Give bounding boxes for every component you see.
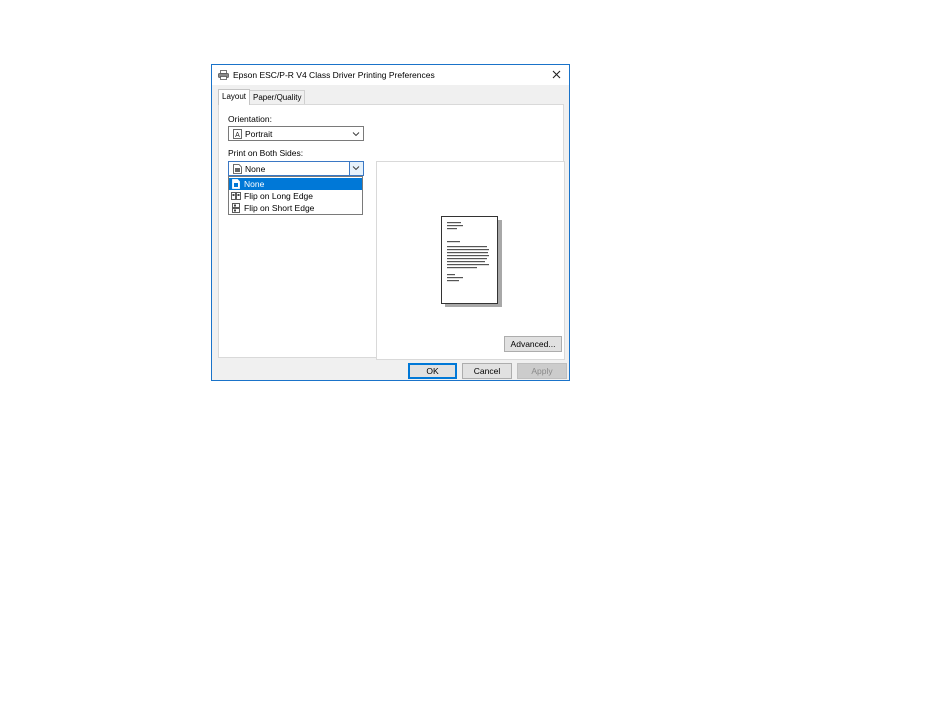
title-bar: Epson ESC/P-R V4 Class Driver Printing P…	[212, 65, 569, 85]
option-flip-short-edge[interactable]: Flip on Short Edge	[229, 202, 362, 214]
close-icon[interactable]	[550, 68, 563, 81]
svg-text:A: A	[235, 132, 240, 139]
tab-layout[interactable]: Layout	[218, 89, 251, 105]
chevron-down-icon	[352, 166, 360, 171]
window-title: Epson ESC/P-R V4 Class Driver Printing P…	[233, 70, 435, 80]
both-sides-select[interactable]: None	[228, 161, 364, 176]
document-preview-icon	[441, 216, 502, 307]
option-label: None	[244, 179, 265, 189]
option-label: Flip on Short Edge	[244, 203, 315, 213]
printer-icon	[218, 70, 229, 80]
single-page-icon	[233, 164, 242, 174]
advanced-button[interactable]: Advanced...	[504, 336, 562, 352]
orientation-label: Orientation:	[228, 114, 272, 124]
option-flip-long-edge[interactable]: Flip on Long Edge	[229, 190, 362, 202]
both-sides-value: None	[245, 164, 266, 174]
layout-preview	[376, 161, 565, 360]
apply-button[interactable]: Apply	[517, 363, 567, 379]
cancel-button[interactable]: Cancel	[462, 363, 512, 379]
layout-panel: Orientation: A Portrait Print on Both Si…	[218, 104, 565, 360]
flip-short-edge-icon	[232, 203, 240, 213]
portrait-page-icon: A	[233, 129, 242, 139]
flip-long-edge-icon	[231, 192, 241, 200]
single-page-icon	[232, 179, 240, 189]
both-sides-dropdown-list: None Flip on Long Edge Flip on Short Edg…	[228, 176, 363, 215]
option-label: Flip on Long Edge	[244, 191, 313, 201]
orientation-select[interactable]: A Portrait	[228, 126, 364, 141]
both-sides-label: Print on Both Sides:	[228, 148, 304, 158]
printing-preferences-dialog: Epson ESC/P-R V4 Class Driver Printing P…	[211, 64, 570, 381]
dropdown-toggle[interactable]	[349, 162, 363, 175]
orientation-value: Portrait	[245, 129, 273, 139]
ok-button[interactable]: OK	[408, 363, 457, 379]
chevron-down-icon	[352, 132, 360, 137]
tab-paper-quality[interactable]: Paper/Quality	[249, 90, 306, 105]
option-none[interactable]: None	[229, 178, 362, 190]
